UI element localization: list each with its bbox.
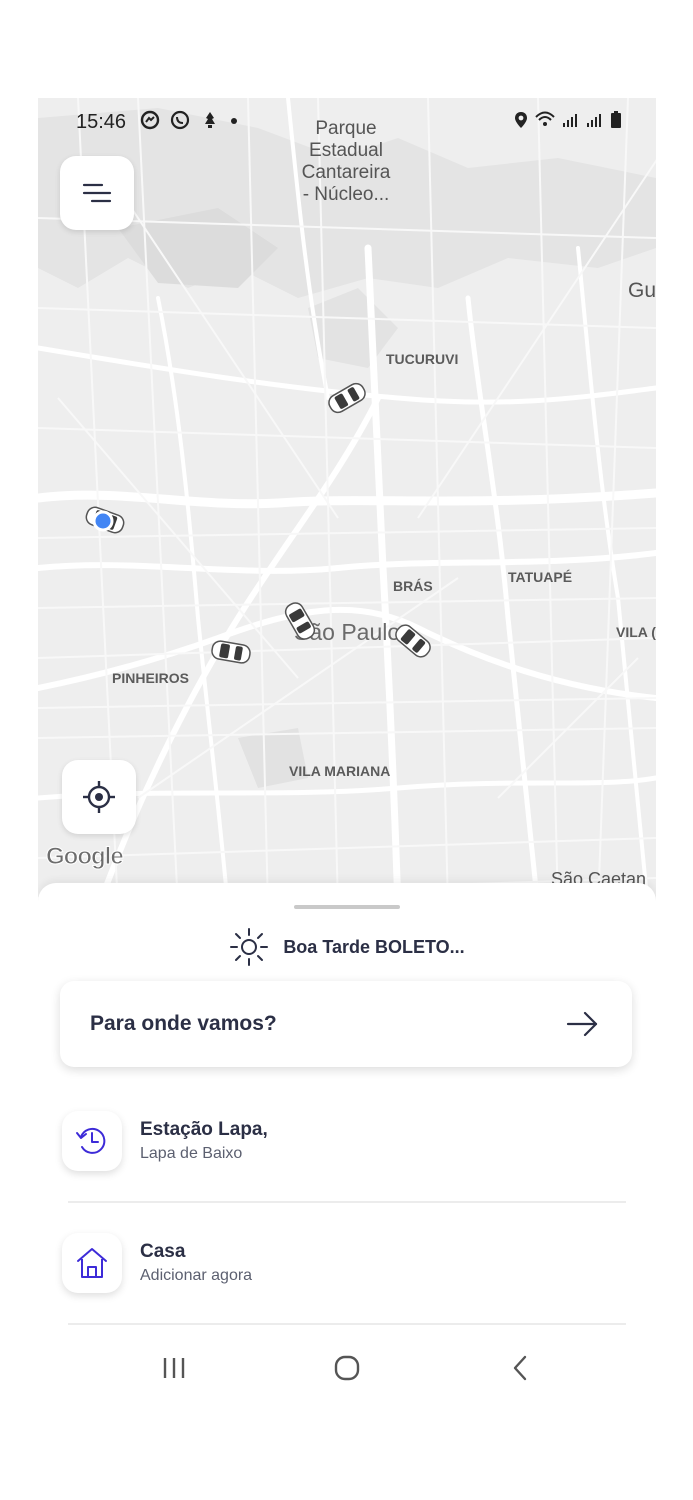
recent-destination-title: Estação Lapa, — [140, 1119, 268, 1140]
signal-icon — [587, 114, 601, 127]
home-shortcut-title: Casa — [140, 1241, 186, 1262]
map-label-park: Parque Estadual Cantareira - Núcleo... — [278, 118, 414, 206]
phone-screen: 15:46 Parque Estadual Cantareira - Núcle… — [38, 98, 656, 1400]
home-icon — [77, 1248, 107, 1278]
recent-destination-item[interactable]: Estação Lapa, Lapa de Baixo — [60, 1095, 634, 1195]
destination-search-label: Para onde vamos? — [90, 1012, 277, 1035]
location-icon — [515, 112, 527, 128]
home-shortcut-subtitle: Adicionar agora — [140, 1267, 253, 1284]
sheet-handle[interactable] — [294, 905, 400, 909]
back-icon — [513, 1355, 527, 1381]
home-circle-icon — [334, 1355, 360, 1381]
history-icon-badge — [62, 1111, 122, 1171]
android-nav-bar — [38, 1338, 656, 1398]
messenger-icon — [140, 110, 160, 130]
map-label-tatuape: TATUAPÉ — [508, 569, 573, 585]
recents-icon — [163, 1358, 185, 1378]
sun-icon — [230, 928, 269, 966]
greeting-text: Boa Tarde BOLETO... — [283, 936, 465, 957]
google-attribution: Google — [46, 843, 125, 871]
whatsapp-icon — [171, 110, 190, 130]
signal-icon — [563, 114, 577, 127]
system-icons — [514, 111, 622, 129]
recents-button[interactable] — [134, 1338, 214, 1398]
history-icon — [76, 1127, 106, 1154]
map-label-pinheiros: PINHEIROS — [112, 670, 190, 686]
car-icon — [284, 602, 316, 640]
map-label-vila-mariana: VILA MARIANA — [289, 763, 391, 779]
car-icon — [211, 640, 251, 664]
divider — [68, 1201, 626, 1203]
car-icon — [328, 382, 366, 414]
map-label-tucuruvi: TUCURUVI — [386, 351, 459, 367]
menu-icon — [82, 183, 112, 203]
park-line-1: Parque Estadual Cantareira - Núcleo... — [301, 118, 391, 205]
notification-icons — [140, 110, 239, 132]
status-time: 15:46 — [76, 111, 127, 133]
home-nav-button[interactable] — [307, 1338, 387, 1398]
map-label-bras: BRÁS — [393, 578, 433, 594]
my-location-button[interactable] — [62, 760, 136, 834]
map-label-gu: Gu — [628, 279, 656, 302]
map-view[interactable]: 15:46 Parque Estadual Cantareira - Núcle… — [38, 98, 656, 908]
arrow-right-icon — [566, 1011, 598, 1037]
wifi-icon — [535, 111, 555, 126]
recent-destination-subtitle: Lapa de Baixo — [140, 1145, 243, 1162]
divider — [68, 1323, 626, 1325]
user-location-marker — [92, 510, 114, 532]
car-icon — [395, 624, 431, 658]
dot-icon — [231, 118, 238, 124]
back-button[interactable] — [480, 1338, 560, 1398]
my-location-icon — [83, 781, 115, 813]
battery-icon — [611, 111, 621, 128]
bottom-sheet: Boa Tarde BOLETO... Para onde vamos? Est… — [38, 883, 656, 1400]
menu-button[interactable] — [60, 156, 134, 230]
home-icon-badge — [62, 1233, 122, 1293]
destination-search[interactable]: Para onde vamos? — [60, 981, 632, 1067]
home-shortcut-item[interactable]: Casa Adicionar agora — [60, 1217, 634, 1317]
greeting: Boa Tarde BOLETO... — [38, 927, 656, 967]
notification-icon — [204, 112, 215, 128]
map-label-vila: VILA ( — [616, 624, 656, 640]
